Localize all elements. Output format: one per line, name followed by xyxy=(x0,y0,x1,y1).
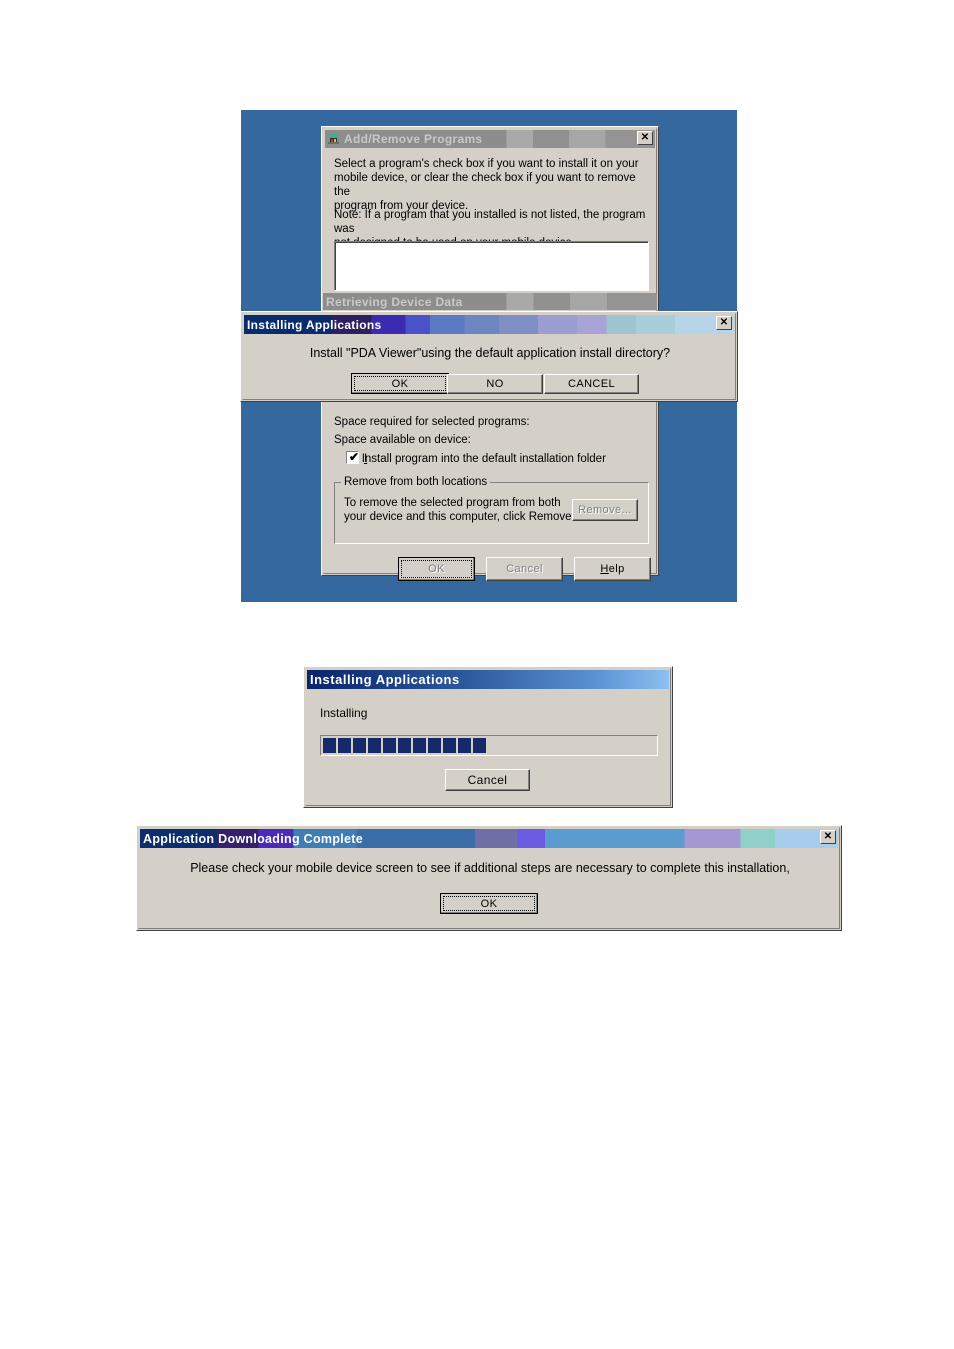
installing-applications-prompt-titlebar[interactable]: Installing Applications ✕ xyxy=(244,315,734,334)
prompt-no-label: NO xyxy=(486,378,504,390)
install-default-folder-checkbox[interactable]: ✔ xyxy=(346,450,360,464)
installing-progress-status: Installing xyxy=(320,706,368,720)
check-icon: ✔ xyxy=(349,450,360,464)
add-remove-body-text-1: Select a program's check box if you want… xyxy=(334,158,639,212)
prompt-cancel-button[interactable]: CANCEL xyxy=(544,374,639,394)
add-remove-programs-title: Add/Remove Programs xyxy=(344,132,483,146)
progress-block xyxy=(473,738,486,753)
progress-block xyxy=(368,738,381,753)
help-button-label-rest: elp xyxy=(608,563,625,575)
download-complete-titlebar[interactable]: Application Downloading Complete ✕ xyxy=(140,829,838,848)
prompt-cancel-label: CANCEL xyxy=(567,378,616,390)
installing-progress-window: Installing Applications Installing Cance… xyxy=(303,666,673,808)
focus-outline xyxy=(401,560,472,578)
cancel-button-label: Cancel xyxy=(506,563,543,575)
prompt-ok-button-real[interactable]: OK xyxy=(351,373,449,394)
add-remove-programs-icon xyxy=(327,132,341,146)
download-complete-window: Application Downloading Complete ✕ Pleas… xyxy=(136,825,842,931)
progress-block xyxy=(383,738,396,753)
space-available-label: Space available on device: xyxy=(334,434,471,446)
progress-block xyxy=(443,738,456,753)
close-icon[interactable]: ✕ xyxy=(716,316,732,330)
progress-block xyxy=(398,738,411,753)
space-required-label: Space required for selected programs: xyxy=(334,416,530,428)
install-default-folder-label: IInstall program into the default instal… xyxy=(361,452,606,466)
retrieving-device-data-title: Retrieving Device Data xyxy=(326,294,463,309)
focus-outline xyxy=(443,896,535,911)
installing-applications-prompt-title: Installing Applications xyxy=(247,317,382,332)
download-complete-title: Application Downloading Complete xyxy=(140,832,363,846)
prompt-no-button[interactable]: NO xyxy=(447,374,543,394)
remove-group-text: To remove the selected program from both… xyxy=(344,497,575,523)
progress-block xyxy=(428,738,441,753)
ok-button[interactable]: OK xyxy=(398,557,475,581)
download-complete-message: Please check your mobile device screen t… xyxy=(190,861,790,875)
download-complete-title-bold: Application Downloading xyxy=(143,831,300,846)
add-remove-programs-titlebar[interactable]: Add/Remove Programs ✕ xyxy=(325,130,655,148)
help-accelerator: H xyxy=(600,563,609,575)
close-icon[interactable]: ✕ xyxy=(820,830,836,844)
close-icon[interactable]: ✕ xyxy=(637,131,653,145)
progress-block xyxy=(413,738,426,753)
download-complete-title-rest: Complete xyxy=(299,831,364,846)
installing-prompt-message: Install "PDA Viewer"using the default ap… xyxy=(309,346,671,360)
progress-block xyxy=(338,738,351,753)
help-button[interactable]: Help xyxy=(574,557,651,581)
retrieving-device-data-titlebar: Retrieving Device Data xyxy=(323,293,657,310)
installing-progress-title: Installing Applications xyxy=(310,672,460,687)
install-default-folder-label-rest: Install program into the default install… xyxy=(361,453,606,465)
progress-cancel-button[interactable]: Cancel xyxy=(445,769,530,791)
progress-bar xyxy=(320,735,658,756)
help-button-label: Help xyxy=(600,563,624,575)
installing-progress-titlebar[interactable]: Installing Applications xyxy=(307,670,669,689)
progress-block xyxy=(458,738,471,753)
progress-cancel-label: Cancel xyxy=(467,773,508,787)
cancel-button[interactable]: Cancel xyxy=(486,557,563,581)
progress-block xyxy=(323,738,336,753)
remove-button-label: Remove... xyxy=(578,504,632,516)
program-list-box[interactable] xyxy=(334,241,649,291)
progress-block xyxy=(353,738,366,753)
installing-applications-prompt-window: Installing Applications ✕ Install "PDA V… xyxy=(240,311,738,402)
remove-button[interactable]: Remove... xyxy=(572,499,638,521)
remove-group-title: Remove from both locations xyxy=(341,476,491,488)
download-complete-ok[interactable]: OK xyxy=(440,893,538,914)
focus-outline xyxy=(354,376,446,391)
